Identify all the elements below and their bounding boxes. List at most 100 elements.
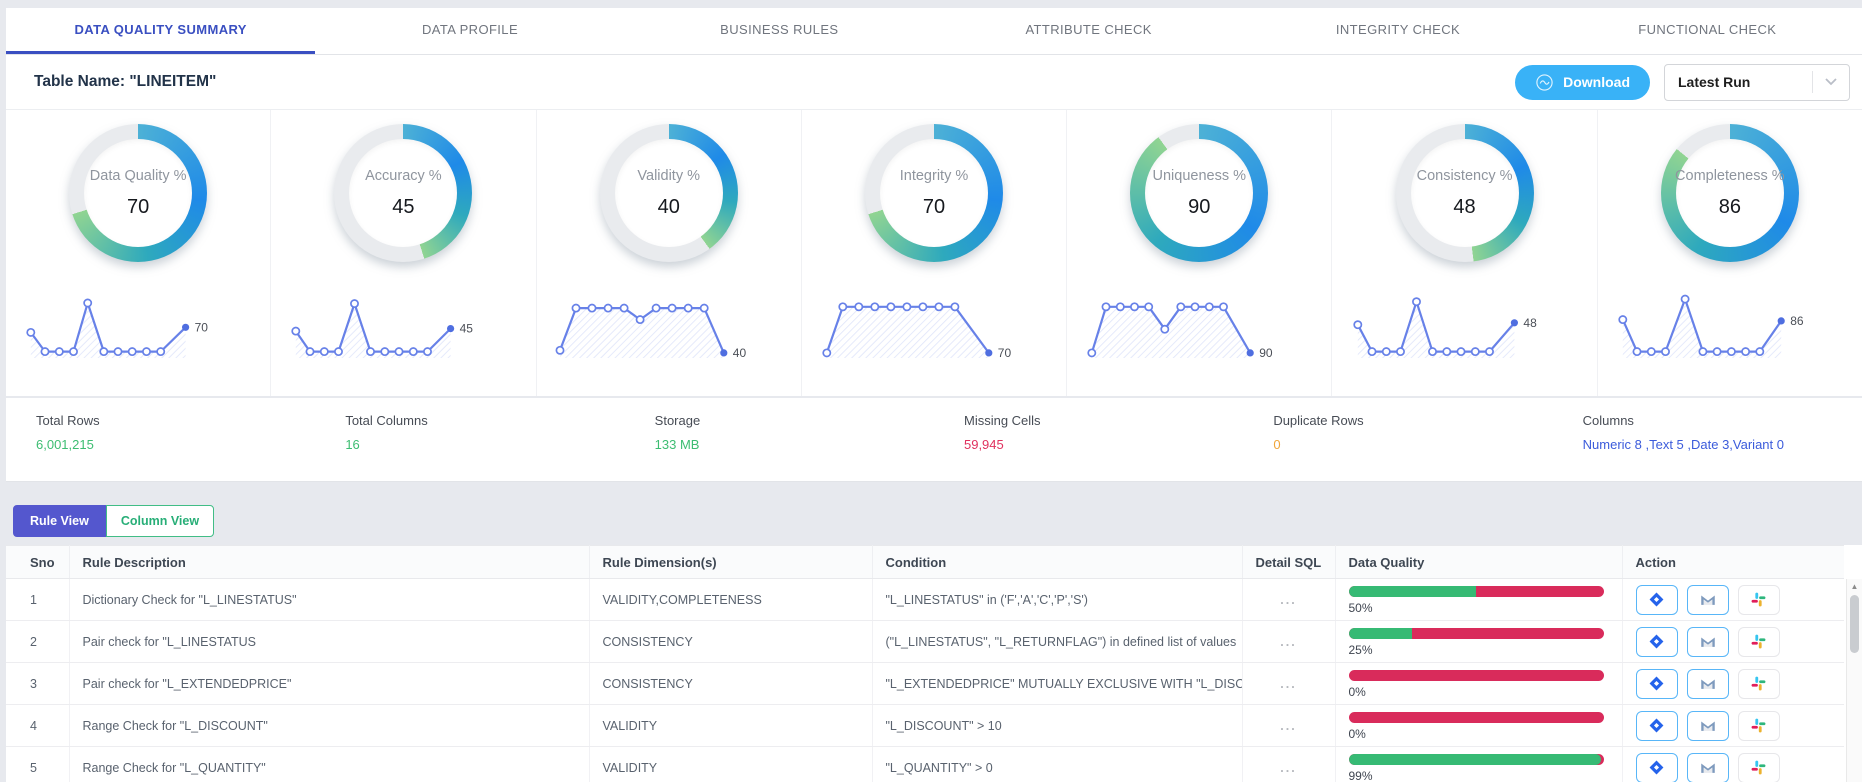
stat-columns: ColumnsNumeric 8 ,Text 5 ,Date 3,Variant… (1553, 413, 1862, 481)
gauge-center: Uniqueness %90 (1145, 139, 1253, 247)
slack-icon (1750, 591, 1767, 608)
jira-icon (1648, 717, 1665, 734)
gmail-icon (1699, 759, 1717, 777)
gauge-center: Integrity %70 (880, 139, 988, 247)
gauge-center: Completeness %86 (1676, 139, 1784, 247)
gmail-icon (1699, 633, 1717, 651)
slack-button[interactable] (1738, 585, 1780, 615)
gmail-icon (1699, 591, 1717, 609)
sparkline-value-label: 86 (1790, 314, 1804, 328)
table-row: 2Pair check for "L_LINESTATUSCONSISTENCY… (6, 621, 1844, 663)
stat-value: 6,001,215 (36, 437, 315, 452)
trend-sparkline: 70 (21, 286, 255, 364)
column-header-condition: Condition (872, 546, 1242, 579)
detail-sql-button[interactable]: ... (1242, 705, 1335, 747)
detail-sql-button[interactable]: ... (1242, 747, 1335, 782)
rule-view-button[interactable]: Rule View (13, 505, 106, 537)
toolbar-actions: Download Latest Run (1515, 64, 1850, 101)
table-scrollbar[interactable]: ▲ (1846, 579, 1862, 782)
column-header-rule-dimension-s-: Rule Dimension(s) (589, 546, 872, 579)
stat-value: 133 MB (655, 437, 934, 452)
data-quality-cell: 0% (1335, 663, 1622, 705)
tab-integrity-check[interactable]: INTEGRITY CHECK (1243, 8, 1552, 54)
detail-sql-button[interactable]: ... (1242, 621, 1335, 663)
gauge-value: 70 (923, 196, 945, 219)
run-select[interactable]: Latest Run (1664, 64, 1850, 101)
tab-data-profile[interactable]: DATA PROFILE (315, 8, 624, 54)
scroll-up-icon[interactable]: ▲ (1851, 579, 1859, 591)
tab-attribute-check[interactable]: ATTRIBUTE CHECK (934, 8, 1243, 54)
rule-description-cell: Pair check for "L_LINESTATUS (69, 621, 589, 663)
rule-description-cell: Pair check for "L_EXTENDEDPRICE" (69, 663, 589, 705)
sno-cell: 4 (6, 705, 69, 747)
rule-dimensions-cell: CONSISTENCY (589, 663, 872, 705)
jira-icon (1648, 591, 1665, 608)
gmail-button[interactable] (1687, 669, 1729, 699)
rule-description-cell: Dictionary Check for "L_LINESTATUS" (69, 579, 589, 621)
detail-sql-button[interactable]: ... (1242, 579, 1335, 621)
run-select-value: Latest Run (1665, 74, 1812, 90)
stat-total-columns: Total Columns 16 (315, 413, 624, 481)
jira-button[interactable] (1636, 669, 1678, 699)
stat-label: Storage (655, 413, 934, 428)
quality-bar (1349, 628, 1604, 639)
gauge-value: 40 (658, 196, 680, 219)
gauge-ring: Consistency %48 (1396, 124, 1534, 262)
tab-business-rules[interactable]: BUSINESS RULES (625, 8, 934, 54)
slack-button[interactable] (1738, 711, 1780, 741)
download-label: Download (1563, 74, 1630, 90)
gmail-button[interactable] (1687, 585, 1729, 615)
jira-button[interactable] (1636, 753, 1678, 782)
scrollbar-thumb[interactable] (1850, 595, 1859, 653)
chevron-down-icon (1813, 78, 1849, 86)
data-quality-cell: 0% (1335, 705, 1622, 747)
tab-functional-check[interactable]: FUNCTIONAL CHECK (1553, 8, 1862, 54)
table-row: 5Range Check for "L_QUANTITY"VALIDITY"L_… (6, 747, 1844, 782)
quality-percent-label: 50% (1349, 601, 1622, 615)
trend-sparkline: 48 (1348, 286, 1582, 364)
column-header-action: Action (1622, 546, 1844, 579)
tab-bar: DATA QUALITY SUMMARYDATA PROFILEBUSINESS… (6, 8, 1862, 55)
jira-button[interactable] (1636, 627, 1678, 657)
metric-gauges-row: Data Quality %70 70 Accuracy %45 45 Vali… (6, 110, 1862, 398)
jira-button[interactable] (1636, 711, 1678, 741)
jira-icon (1648, 633, 1665, 650)
data-quality-cell: 50% (1335, 579, 1622, 621)
quality-percent-label: 25% (1349, 643, 1622, 657)
sparkline-value-label: 90 (1259, 346, 1273, 360)
trend-sparkline: 40 (552, 286, 786, 364)
table-header-row: SnoRule DescriptionRule Dimension(s)Cond… (6, 546, 1844, 579)
slack-button[interactable] (1738, 669, 1780, 699)
sno-cell: 1 (6, 579, 69, 621)
table-row: 1Dictionary Check for "L_LINESTATUS"VALI… (6, 579, 1844, 621)
gauge-center: Validity %40 (615, 139, 723, 247)
metric-card: Consistency %48 48 (1332, 110, 1597, 396)
gmail-button[interactable] (1687, 627, 1729, 657)
metric-card: Integrity %70 70 (802, 110, 1067, 396)
metric-card: Completeness %86 86 (1598, 110, 1862, 396)
tab-data-quality-summary[interactable]: DATA QUALITY SUMMARY (6, 8, 315, 54)
jira-button[interactable] (1636, 585, 1678, 615)
column-view-button[interactable]: Column View (106, 505, 214, 537)
sno-cell: 5 (6, 747, 69, 782)
column-header-detail-sql: Detail SQL (1242, 546, 1335, 579)
gmail-button[interactable] (1687, 711, 1729, 741)
quality-percent-label: 99% (1349, 769, 1622, 782)
slack-button[interactable] (1738, 753, 1780, 782)
stat-label: Columns (1583, 413, 1862, 428)
gauge-label: Uniqueness % (1153, 168, 1247, 184)
download-icon (1535, 73, 1554, 92)
slack-button[interactable] (1738, 627, 1780, 657)
stat-value: 59,945 (964, 437, 1243, 452)
detail-sql-button[interactable]: ... (1242, 663, 1335, 705)
quality-bar (1349, 586, 1604, 597)
jira-icon (1648, 759, 1665, 776)
quality-bar-fill (1349, 586, 1477, 597)
gmail-button[interactable] (1687, 753, 1729, 782)
quality-percent-label: 0% (1349, 685, 1622, 699)
stat-value: 16 (345, 437, 624, 452)
rule-dimensions-cell: VALIDITY (589, 747, 872, 782)
trend-sparkline: 45 (286, 286, 520, 364)
stat-label: Total Columns (345, 413, 624, 428)
download-button[interactable]: Download (1515, 65, 1650, 100)
